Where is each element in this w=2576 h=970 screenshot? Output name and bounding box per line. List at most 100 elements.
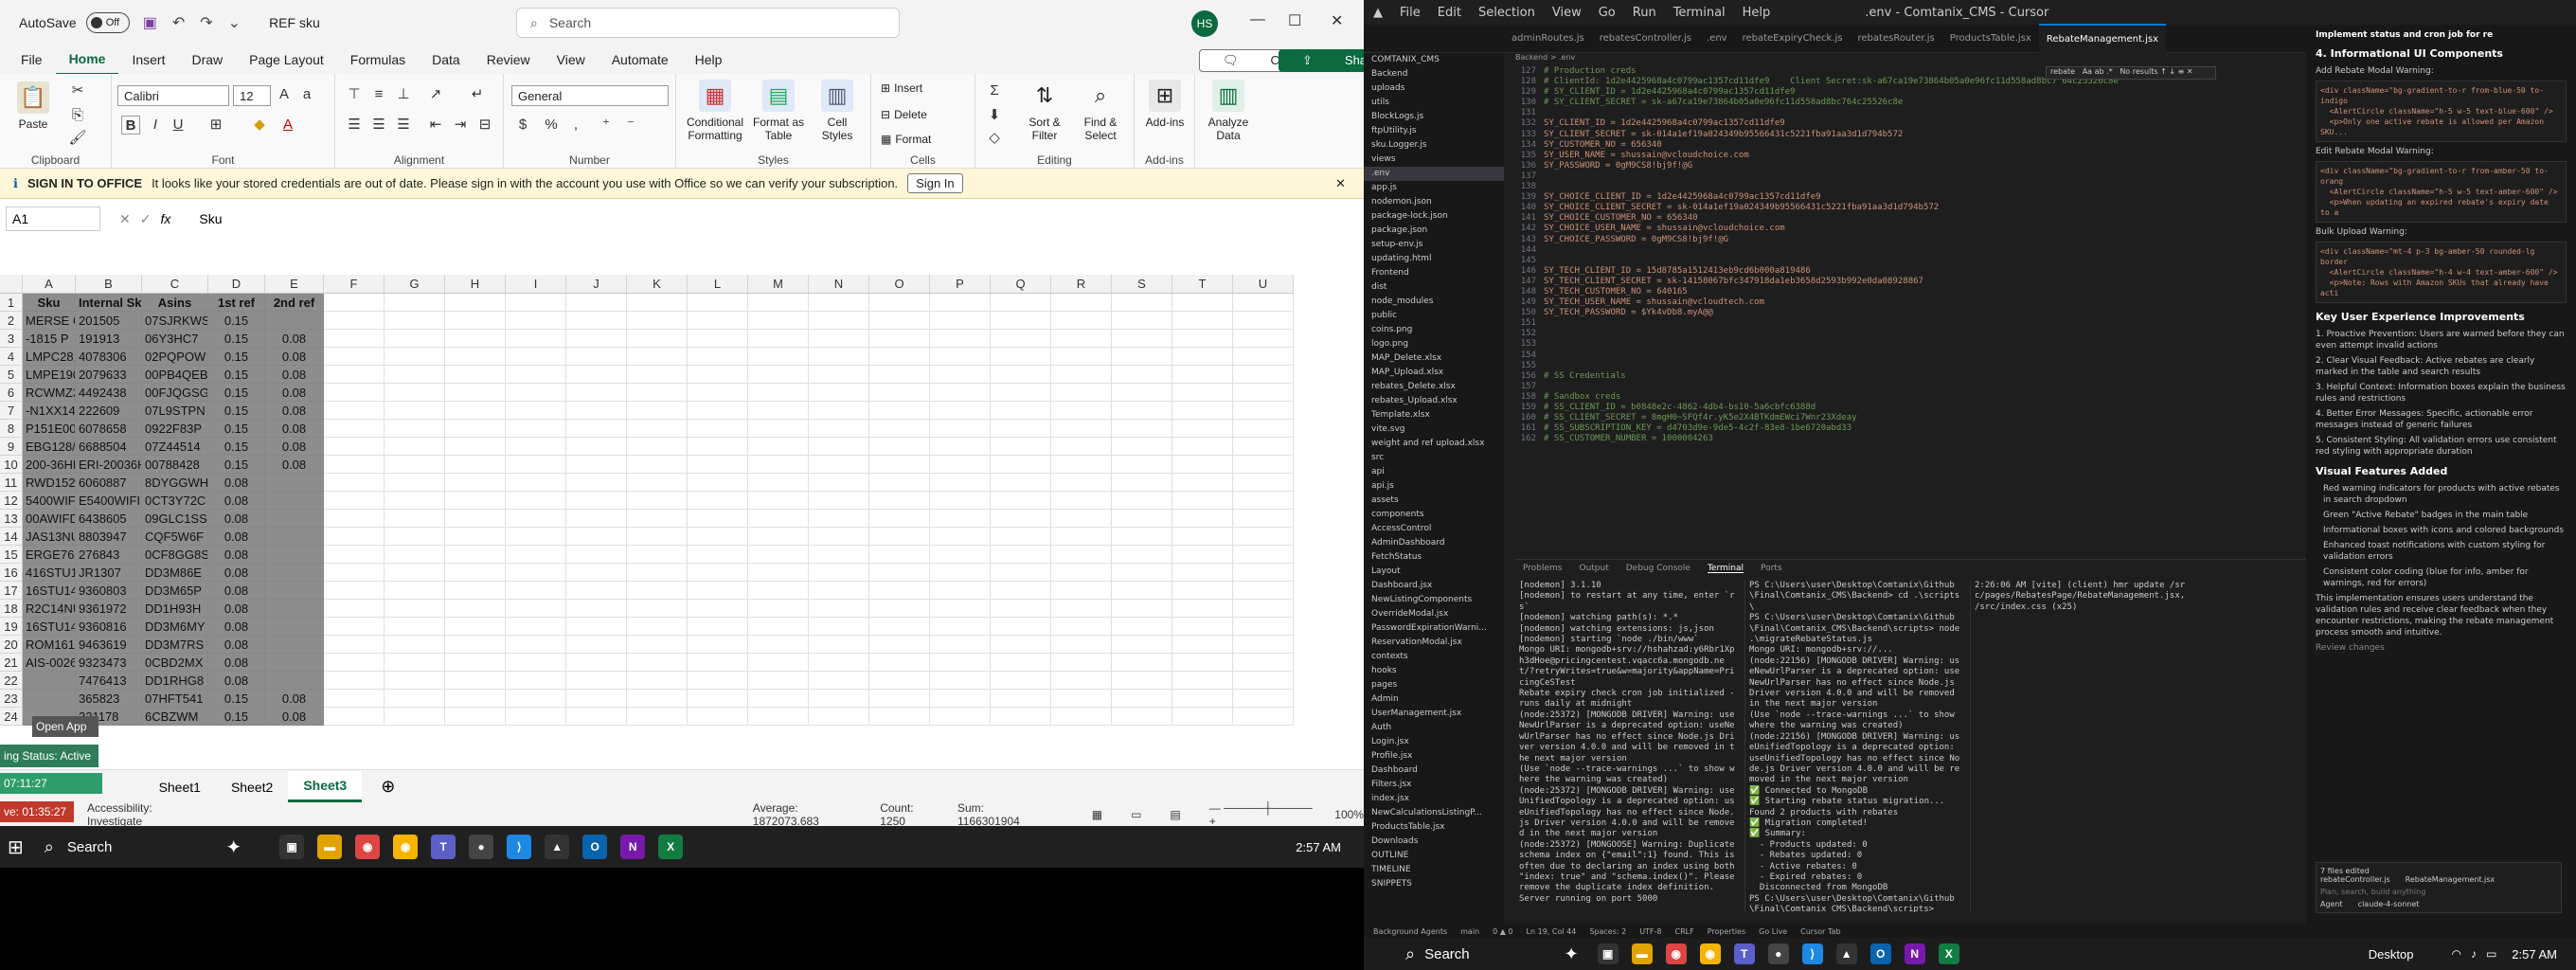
table-cell[interactable]: 0.15 [208,312,265,330]
merge-icon[interactable]: ⊟ [475,116,494,135]
table-cell[interactable]: RCWMZ33 [23,384,76,402]
column-header[interactable]: S [1112,275,1172,294]
menu-formulas[interactable]: Formulas [337,45,419,74]
explorer-item[interactable]: AccessControl [1364,522,1504,536]
wrap-text-icon[interactable]: ↵ [468,85,487,104]
explorer-item[interactable]: Downloads [1364,835,1504,849]
minimize-icon[interactable]: — [1250,11,1265,28]
row-header[interactable]: 18 [0,600,23,618]
explorer-item[interactable]: Profile.jsx [1364,749,1504,763]
explorer-item[interactable]: OverrideModal.jsx [1364,607,1504,621]
table-cell[interactable]: R2C14NUE [23,600,76,618]
align-right-icon[interactable]: ☰ [394,116,413,135]
explorer-item[interactable]: pages [1364,678,1504,692]
editor-tab[interactable]: ProductsTable.jsx [1942,25,2039,53]
explorer-item[interactable]: Dashboard [1364,763,1504,778]
row-header[interactable]: 19 [0,618,23,636]
code-line[interactable]: 133 SY_CLIENT_SECRET = sk-014a1ef19a02434… [1515,130,2263,140]
status-item[interactable]: Ln 19, Col 44 [1527,927,1577,936]
copilot-icon[interactable]: ✦ [225,835,242,859]
excel-icon[interactable]: X [658,835,684,859]
panel-tab[interactable]: Problems [1523,564,1562,573]
decrease-decimal-icon[interactable]: ⁻ [621,116,640,135]
taskbar-search[interactable]: Search [67,839,113,855]
code-line[interactable]: 154 [1515,350,2263,361]
review-changes-link[interactable]: Review changes [2316,642,2567,654]
accessibility-status[interactable]: Accessibility: Investigate [87,801,204,828]
table-cell[interactable]: 00AWIFDC [23,510,76,528]
table-cell[interactable]: 2079633 [76,366,142,384]
table-cell[interactable]: 0.08 [208,564,265,582]
fill-color-icon[interactable]: ◆ [250,116,269,135]
align-bottom-icon[interactable]: ⊥ [394,85,413,104]
explorer-item[interactable]: sku.Logger.js [1364,138,1504,153]
column-header[interactable]: B [76,275,142,294]
table-cell[interactable]: 6078658 [76,420,142,438]
addins-button[interactable]: ⊞ Add-ins [1140,80,1190,129]
code-line[interactable]: 138 [1515,182,2263,192]
autosave[interactable]: AutoSave Off [19,12,130,33]
explorer-item[interactable]: app.js [1364,181,1504,195]
code-line[interactable]: 135 SY_USER_NAME = shussain@vcloudchoice.… [1515,151,2263,161]
row-header[interactable]: 6 [0,384,23,402]
explorer-item[interactable]: vite.svg [1364,422,1504,437]
code-line[interactable]: 153 [1515,339,2263,350]
menu-review[interactable]: Review [474,45,544,74]
add-sheet-icon[interactable]: ⊕ [381,777,395,797]
table-cell[interactable] [265,600,324,618]
table-cell[interactable]: LMPE190 [23,366,76,384]
table-cell[interactable]: 7476413 [76,672,142,690]
table-cell[interactable] [265,654,324,672]
table-cell[interactable]: 0CBD2MX [142,654,208,672]
terminal-1[interactable]: [nodemon] 3.1.10 [nodemon] to restart at… [1519,581,1735,912]
column-header[interactable]: K [627,275,688,294]
header-cell[interactable]: Sku [23,294,76,312]
code-line[interactable]: 140 SY_CHOICE_CLIENT_SECRET = sk-014a1ef1… [1515,203,2263,213]
explorer-item[interactable]: package.json [1364,224,1504,238]
row-header[interactable]: 13 [0,510,23,528]
increase-decimal-icon[interactable]: ⁺ [597,116,616,135]
terminal-3[interactable]: 2:26:06 AM [vite] (client) hmr update /s… [1970,581,2188,912]
function-icon[interactable]: fx [160,211,170,226]
table-cell[interactable]: 16STU14 [23,582,76,600]
find-widget[interactable]: rebate Aa ab .* No results ↑ ↓ ≡ ✕ [2046,66,2216,80]
table-cell[interactable]: 416STU14 [23,564,76,582]
explorer-item[interactable]: SNIPPETS [1364,877,1504,891]
sheet-tab[interactable]: Sheet2 [216,773,288,801]
number-format-select[interactable]: General [511,85,669,106]
table-cell[interactable]: 8DYGGWH [142,474,208,492]
table-cell[interactable]: 4492438 [76,384,142,402]
table-cell[interactable]: LMPC281 [23,348,76,366]
table-cell[interactable]: 9360803 [76,582,142,600]
wifi-icon[interactable]: ◠ [2451,947,2460,961]
align-center-icon[interactable]: ☰ [369,116,388,135]
status-item[interactable]: 0 ▲ 0 [1493,927,1512,936]
search-box[interactable]: ⌕ Search [516,8,900,38]
table-cell[interactable]: CQF5W6F [142,528,208,546]
explorer-item[interactable]: utils [1364,96,1504,110]
customize-icon[interactable]: ⌄ [228,13,241,32]
row-header[interactable]: 24 [0,708,23,726]
column-header[interactable]: D [208,275,265,294]
menu-data[interactable]: Data [419,45,474,74]
table-cell[interactable]: 00FJQGSG [142,384,208,402]
vs-menu-item[interactable]: File [1400,6,1421,20]
explorer-item[interactable]: api [1364,465,1504,479]
column-header[interactable]: Q [991,275,1051,294]
column-header[interactable]: J [566,275,627,294]
code-editor[interactable]: 127 # Production creds 128 # ClientId: 1d2e… [1515,66,2263,568]
table-cell[interactable]: 0.08 [265,708,324,726]
row-header[interactable]: 3 [0,330,23,348]
table-cell[interactable]: 0.08 [265,348,324,366]
row-header[interactable]: 5 [0,366,23,384]
table-cell[interactable]: DD3M7RS [142,636,208,654]
currency-icon[interactable]: $ [513,116,532,135]
vs-menu-item[interactable]: Edit [1438,6,1461,20]
editor-tab[interactable]: .env [1699,25,1735,53]
cancel-icon[interactable]: ✕ [119,211,131,227]
table-cell[interactable]: 9361972 [76,600,142,618]
row-header[interactable]: 12 [0,492,23,510]
table-cell[interactable]: ROM1614Z [23,636,76,654]
explorer-icon[interactable]: ▬ [317,835,343,859]
font-size-select[interactable]: 12 [233,85,271,106]
